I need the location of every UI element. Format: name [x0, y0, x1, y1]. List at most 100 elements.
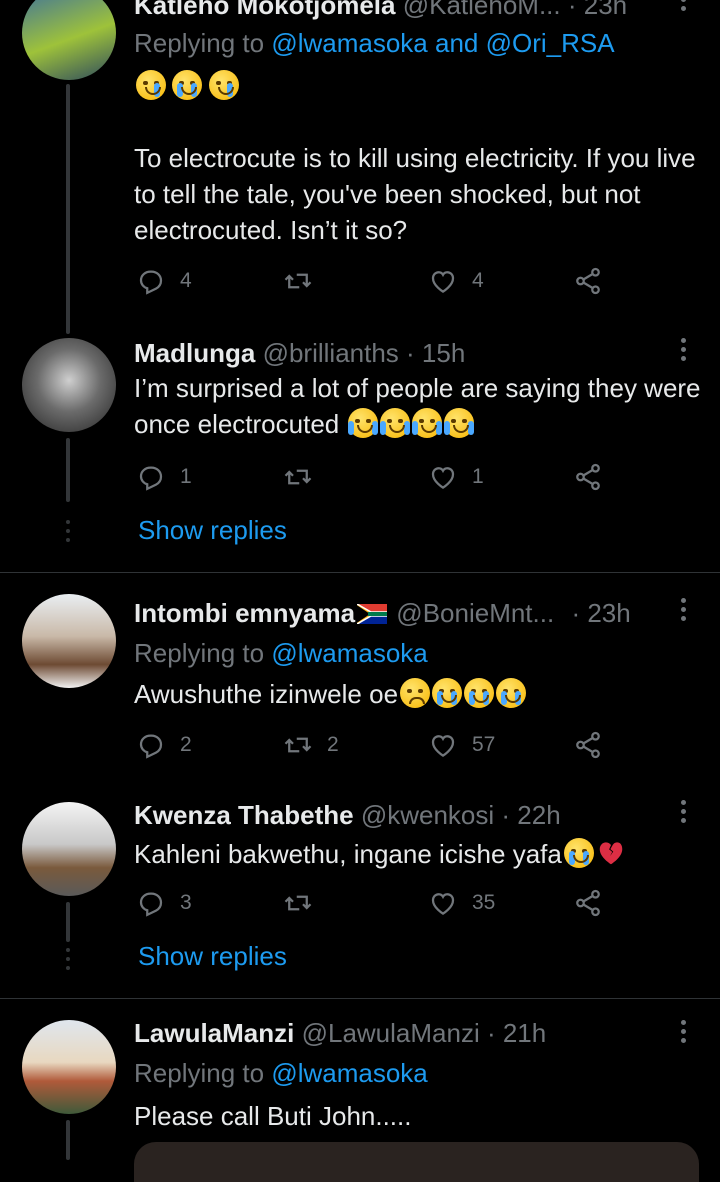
heart-icon — [431, 271, 455, 293]
reply-icon — [139, 892, 163, 917]
timestamp[interactable]: · 23h — [568, 0, 627, 20]
like-count: 1 — [472, 465, 484, 488]
replying-mentions[interactable]: @lwamasoka — [271, 1058, 427, 1088]
display-name[interactable]: Madlunga — [134, 338, 255, 368]
tweet-text-content: Kahleni bakwethu, ingane icishe yafa — [134, 839, 562, 869]
replying-mentions[interactable]: @lwamasoka — [271, 638, 427, 668]
replying-to: Replying to @lwamasoka and @Ori_RSA — [134, 28, 615, 59]
retweet-button[interactable] — [283, 462, 327, 492]
avatar[interactable] — [22, 0, 116, 80]
timestamp[interactable]: · 23h — [571, 598, 630, 628]
user-handle[interactable]: @kwenkosi — [361, 800, 494, 830]
like-button[interactable]: 1 — [428, 462, 484, 492]
thread-line — [66, 438, 70, 502]
replying-to: Replying to @lwamasoka — [134, 638, 428, 669]
more-options-icon[interactable] — [681, 598, 687, 626]
thread-line — [66, 1120, 70, 1160]
more-options-icon[interactable] — [681, 338, 687, 366]
retweet-button[interactable] — [283, 888, 327, 918]
share-button[interactable] — [573, 266, 603, 296]
timestamp[interactable]: · 21h — [487, 1018, 546, 1048]
sad-tear-emoji-icon — [208, 70, 239, 100]
tweet-header: Katleho Mokotjomela @KatlehoM... · 23h — [134, 0, 627, 21]
share-icon — [576, 731, 600, 759]
tweet-text: I’m surprised a lot of people are saying… — [134, 370, 704, 442]
divider — [0, 572, 720, 573]
display-name[interactable]: Intombi emnyama — [134, 598, 389, 628]
retweet-icon — [284, 895, 312, 911]
retweet-button[interactable] — [283, 266, 327, 296]
more-options-icon[interactable] — [681, 1020, 687, 1048]
share-icon — [576, 889, 600, 917]
user-handle[interactable]: @LawulaManzi — [302, 1018, 480, 1048]
reply-icon — [139, 270, 163, 295]
reply-button[interactable]: 1 — [136, 462, 192, 492]
broken-heart-emoji-icon — [599, 842, 623, 865]
loudly-crying-emoji-icon — [432, 678, 463, 708]
tweet-text: Please call Buti John..... — [134, 1101, 412, 1131]
thread-continuation-dots — [66, 948, 70, 975]
flushed-face-emoji-icon — [400, 678, 431, 708]
like-count: 35 — [472, 891, 496, 914]
avatar[interactable] — [22, 802, 116, 896]
replying-to: Replying to @lwamasoka — [134, 1058, 428, 1089]
tweet-header: LawulaManzi @LawulaManzi · 21h — [134, 1018, 546, 1049]
avatar[interactable] — [22, 338, 116, 432]
divider — [0, 998, 720, 999]
south-africa-flag-icon — [357, 604, 388, 624]
show-replies-link[interactable]: Show replies — [138, 941, 287, 972]
like-button[interactable]: 57 — [428, 730, 495, 760]
loudly-crying-emoji-icon — [563, 838, 594, 868]
show-replies-link[interactable]: Show replies — [138, 515, 287, 546]
like-button[interactable]: 4 — [428, 266, 484, 296]
timestamp[interactable]: · 15h — [406, 338, 465, 368]
display-name[interactable]: LawulaManzi — [134, 1018, 294, 1048]
heart-icon — [431, 735, 455, 757]
laughing-tears-emoji-icon — [444, 408, 475, 438]
laughing-tears-emoji-icon — [380, 408, 411, 438]
tweet-text-content: Awushuthe izinwele oe — [134, 679, 399, 709]
thread-line — [66, 84, 70, 334]
retweet-icon — [284, 469, 312, 485]
tweet-text: To electrocute is to kill using electric… — [134, 143, 696, 245]
retweet-count: 2 — [327, 733, 339, 756]
display-name[interactable]: Kwenza Thabethe — [134, 800, 354, 830]
more-options-icon[interactable] — [681, 800, 687, 828]
user-handle[interactable]: @BonieMnt... — [396, 598, 554, 628]
media-preview[interactable] — [134, 1142, 699, 1182]
loudly-crying-emoji-icon — [496, 678, 527, 708]
reply-count: 4 — [180, 269, 192, 292]
like-count: 4 — [472, 269, 484, 292]
loudly-crying-emoji-icon — [464, 678, 495, 708]
reply-count: 2 — [180, 733, 192, 756]
reply-button[interactable]: 2 — [136, 730, 192, 760]
more-options-icon[interactable] — [681, 0, 687, 16]
reply-button[interactable]: 3 — [136, 888, 192, 918]
thread-continuation-dots — [66, 520, 70, 547]
share-button[interactable] — [573, 888, 603, 918]
display-name[interactable]: Katleho Mokotjomela — [134, 0, 395, 20]
like-button[interactable]: 35 — [428, 888, 495, 918]
reply-button[interactable]: 4 — [136, 266, 192, 296]
user-handle[interactable]: @KatlehoM... — [403, 0, 561, 20]
share-icon — [576, 463, 600, 491]
avatar[interactable] — [22, 1020, 116, 1114]
heart-icon — [431, 467, 455, 489]
share-button[interactable] — [573, 730, 603, 760]
replying-mentions[interactable]: @lwamasoka and @Ori_RSA — [271, 28, 614, 58]
user-handle[interactable]: @brillianths — [263, 338, 399, 368]
heart-icon — [431, 893, 455, 915]
reply-count: 1 — [180, 465, 192, 488]
retweet-icon — [284, 737, 312, 753]
laughing-tears-emoji-icon — [412, 408, 443, 438]
emoji-row — [134, 70, 239, 100]
share-button[interactable] — [573, 462, 603, 492]
thread-line — [66, 902, 70, 942]
tweet-header: Madlunga @brillianths · 15h — [134, 338, 465, 369]
avatar[interactable] — [22, 594, 116, 688]
sad-tear-emoji-icon — [136, 70, 166, 100]
retweet-button[interactable]: 2 — [283, 730, 339, 760]
laughing-tears-emoji-icon — [348, 408, 379, 438]
tweet-text: Kahleni bakwethu, ingane icishe yafa — [134, 836, 704, 872]
timestamp[interactable]: · 22h — [501, 800, 560, 830]
